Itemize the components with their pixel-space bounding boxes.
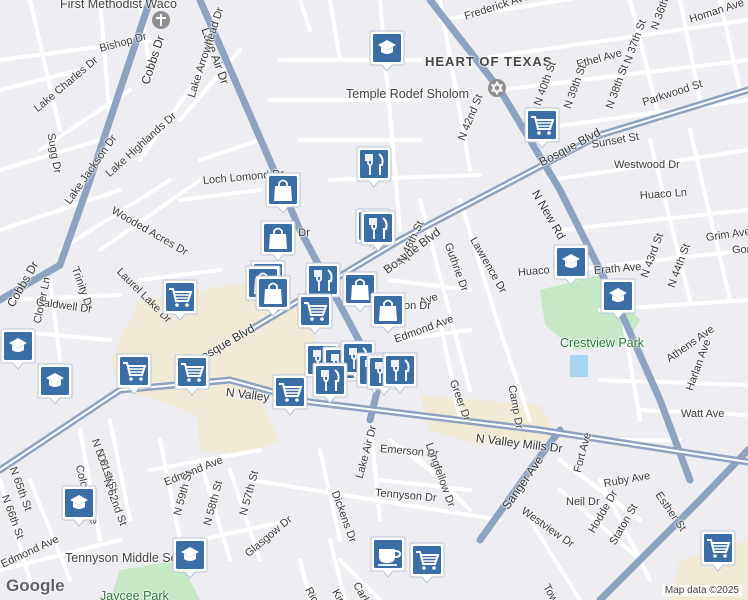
map-label: First Methodist Waco <box>60 0 177 11</box>
cart-marker[interactable] <box>174 354 210 396</box>
map-label: Gorm <box>732 244 748 256</box>
google-logo[interactable]: Google <box>6 576 65 596</box>
school-marker[interactable] <box>37 363 73 405</box>
map-label: Watt Ave <box>681 408 725 420</box>
school-marker[interactable] <box>553 244 589 286</box>
restaurant-marker[interactable] <box>312 362 348 404</box>
cart-marker[interactable] <box>297 293 333 335</box>
restaurant-marker[interactable] <box>382 352 418 394</box>
school-marker[interactable] <box>0 328 36 370</box>
cart-marker[interactable] <box>524 107 560 149</box>
restaurant-marker[interactable] <box>356 146 392 188</box>
map-attribution[interactable]: Map data ©2025 <box>661 585 742 596</box>
cross-icon <box>152 11 170 29</box>
school-marker[interactable] <box>172 537 208 579</box>
star-of-david-icon <box>488 79 506 97</box>
shopping-bag-marker[interactable] <box>370 292 406 334</box>
cart-marker[interactable] <box>409 542 445 584</box>
shopping-bag-marker[interactable] <box>255 275 291 317</box>
map-label: on Dr <box>404 300 431 312</box>
cart-marker[interactable] <box>272 374 308 416</box>
map-label: Temple Rodef Sholom <box>346 87 469 101</box>
coffee-marker[interactable] <box>370 536 406 578</box>
pond <box>570 355 588 377</box>
map-label: HEART OF TEXAS <box>425 54 553 69</box>
cart-marker[interactable] <box>700 530 736 572</box>
map-canvas[interactable]: First Methodist Waco Bishop Dr Lake Air Dr… <box>0 0 748 600</box>
cart-marker[interactable] <box>116 353 152 395</box>
map-label: Jaycee Park <box>100 589 169 600</box>
school-marker[interactable] <box>61 485 97 527</box>
map-label: Neil Dr <box>566 496 600 508</box>
school-marker[interactable] <box>600 278 636 320</box>
cart-marker[interactable] <box>162 279 198 321</box>
shopping-bag-marker[interactable] <box>265 172 301 214</box>
restaurant-marker[interactable] <box>360 210 396 252</box>
map-label: Crestview Park <box>560 336 645 350</box>
school-marker[interactable] <box>369 30 405 72</box>
map-label: Westwood Dr <box>614 159 680 171</box>
shopping-bag-marker[interactable] <box>260 220 296 262</box>
